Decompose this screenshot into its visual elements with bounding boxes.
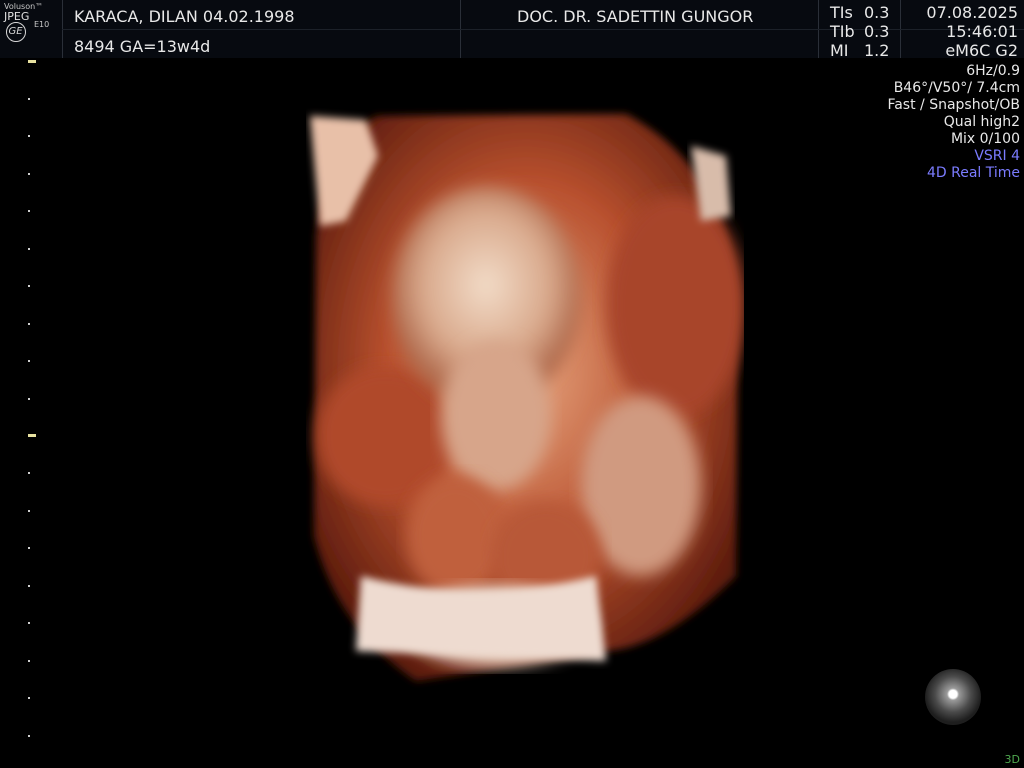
ruler-dot — [28, 135, 30, 137]
ruler-dot — [28, 510, 30, 512]
ruler-dot — [28, 735, 30, 737]
vsri-label: VSRI 4 — [974, 148, 1020, 164]
ruler-dot — [28, 622, 30, 624]
probe-name: eM6C G2 — [945, 41, 1018, 60]
ruler-dot — [28, 660, 30, 662]
render-volume — [310, 114, 744, 681]
param-line: Qual high2 — [943, 114, 1020, 130]
index-label: MI — [830, 41, 849, 60]
ruler-dot — [28, 398, 30, 400]
trackball-icon[interactable] — [925, 669, 981, 725]
mode-3d-label: 3D — [1004, 753, 1020, 766]
ruler-tick — [28, 60, 36, 63]
ruler-dot — [28, 210, 30, 212]
ruler-tick — [28, 434, 36, 437]
ge-logo-icon: GE — [6, 22, 26, 42]
realtime-label: 4D Real Time — [926, 165, 1020, 181]
ruler-dot — [28, 248, 30, 250]
patient-id-ga: 8494 GA=13w4d — [74, 37, 211, 56]
header-bar: Voluson™ JPEG E10 GE KARACA, DILAN 04.02… — [0, 0, 1024, 60]
ruler-dot — [28, 173, 30, 175]
ruler-dot — [28, 323, 30, 325]
index-value: 1.2 — [864, 41, 890, 60]
exam-date: 07.08.2025 — [926, 3, 1018, 22]
param-line: B46°/V50°/ 7.4cm — [893, 80, 1020, 96]
ruler-dot — [28, 472, 30, 474]
ruler-dot — [28, 697, 30, 699]
doctor-name: DOC. DR. SADETTIN GUNGOR — [517, 7, 754, 26]
depth-ruler — [24, 58, 40, 758]
model-label: E10 — [34, 20, 50, 29]
exam-time: 15:46:01 — [946, 22, 1018, 41]
ruler-dot — [28, 98, 30, 100]
param-line: Mix 0/100 — [950, 131, 1020, 147]
param-line: 6Hz/0.9 — [966, 63, 1020, 79]
ruler-dot — [28, 547, 30, 549]
index-label: TIs — [830, 3, 853, 22]
ruler-dot — [28, 360, 30, 362]
param-line: Fast / Snapshot/OB — [887, 97, 1020, 113]
ruler-dot — [28, 585, 30, 587]
index-value: 0.3 — [864, 3, 890, 22]
index-value: 0.3 — [864, 22, 890, 41]
patient-name: KARACA, DILAN 04.02.1998 — [74, 7, 295, 26]
fetal-3d-render[interactable] — [306, 106, 744, 706]
index-label: TIb — [830, 22, 855, 41]
ruler-dot — [28, 285, 30, 287]
